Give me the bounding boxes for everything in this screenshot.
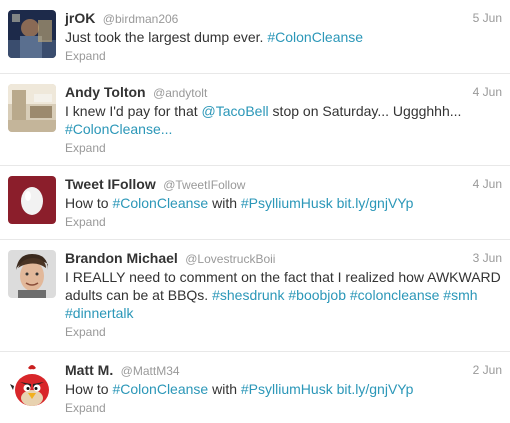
tweet-text: Just took the largest dump ever. #ColonC…	[65, 28, 502, 46]
tweet-feed: jrOK @birdman206 5 Jun Just took the lar…	[0, 0, 510, 423]
tweet-link[interactable]: #PsylliumHusk	[241, 195, 333, 211]
expand-link[interactable]: Expand	[65, 400, 502, 416]
tweet-content: Andy Tolton @andytolt 4 Jun I knew I'd p…	[65, 84, 502, 156]
author-handle[interactable]: @birdman206	[103, 12, 179, 26]
timestamp[interactable]: 4 Jun	[473, 84, 502, 100]
tweet-item[interactable]: Brandon Michael @LovestruckBoii 3 Jun I …	[0, 240, 510, 352]
tweet-link[interactable]: bit.ly/gnjVYp	[337, 195, 414, 211]
tweet-link[interactable]: #ColonCleanse	[112, 381, 208, 397]
tweet-link[interactable]: #smh	[443, 287, 477, 303]
tweet-content: Brandon Michael @LovestruckBoii 3 Jun I …	[65, 250, 502, 340]
expand-link[interactable]: Expand	[65, 140, 502, 156]
avatar-photo-room[interactable]	[8, 84, 56, 132]
tweet-header: Andy Tolton @andytolt 4 Jun	[65, 84, 502, 100]
tweet-text-segment: with	[208, 381, 241, 397]
tweet-link[interactable]: #PsylliumHusk	[241, 381, 333, 397]
angry-bird-icon[interactable]	[8, 362, 56, 410]
author-handle[interactable]: @MattM34	[121, 364, 180, 378]
author-name[interactable]: Tweet IFollow	[65, 176, 156, 192]
tweet-link[interactable]: #ColonCleanse	[112, 195, 208, 211]
author-handle[interactable]: @andytolt	[153, 86, 207, 100]
tweet-text: How to #ColonCleanse with #PsylliumHusk …	[65, 194, 502, 212]
tweet-text-segment: with	[208, 195, 241, 211]
expand-link[interactable]: Expand	[65, 48, 502, 64]
author-name[interactable]: jrOK	[65, 10, 95, 26]
avatar-photo-young-man[interactable]	[8, 250, 56, 298]
expand-link[interactable]: Expand	[65, 324, 502, 340]
tweet-text-segment: I knew I'd pay for that	[65, 103, 202, 119]
tweet-item[interactable]: Andy Tolton @andytolt 4 Jun I knew I'd p…	[0, 74, 510, 166]
tweet-content: Matt M. @MattM34 2 Jun How to #ColonClea…	[65, 362, 502, 416]
tweet-text-segment: stop on Saturday... Uggghhh...	[268, 103, 462, 119]
author-name[interactable]: Matt M.	[65, 362, 113, 378]
tweet-text: I REALLY need to comment on the fact tha…	[65, 268, 502, 322]
tweet-item[interactable]: Tweet IFollow @TweetIFollow 4 Jun How to…	[0, 166, 510, 240]
timestamp[interactable]: 4 Jun	[473, 176, 502, 192]
tweet-text-segment: How to	[65, 195, 113, 211]
timestamp[interactable]: 5 Jun	[473, 10, 502, 26]
tweet-link[interactable]: #boobjob	[288, 287, 346, 303]
tweet-link[interactable]: #ColonCleanse...	[65, 121, 172, 137]
tweet-text: I knew I'd pay for that @TacoBell stop o…	[65, 102, 502, 138]
tweet-content: jrOK @birdman206 5 Jun Just took the lar…	[65, 10, 502, 64]
tweet-text-segment: How to	[65, 381, 113, 397]
tweet-item[interactable]: jrOK @birdman206 5 Jun Just took the lar…	[0, 0, 510, 74]
timestamp[interactable]: 2 Jun	[473, 362, 502, 378]
tweet-header: jrOK @birdman206 5 Jun	[65, 10, 502, 26]
tweet-link[interactable]: #dinnertalk	[65, 305, 134, 321]
avatar-photo-dark-person[interactable]	[8, 10, 56, 58]
tweet-content: Tweet IFollow @TweetIFollow 4 Jun How to…	[65, 176, 502, 230]
author-handle[interactable]: @LovestruckBoii	[185, 252, 275, 266]
timestamp[interactable]: 3 Jun	[473, 250, 502, 266]
author-name[interactable]: Brandon Michael	[65, 250, 178, 266]
tweet-text: How to #ColonCleanse with #PsylliumHusk …	[65, 380, 502, 398]
expand-link[interactable]: Expand	[65, 214, 502, 230]
egg-icon[interactable]	[8, 176, 56, 224]
tweet-link[interactable]: #coloncleanse	[350, 287, 440, 303]
tweet-link[interactable]: #ColonCleanse	[267, 29, 363, 45]
author-handle[interactable]: @TweetIFollow	[163, 178, 245, 192]
tweet-text-segment: Just took the largest dump ever.	[65, 29, 268, 45]
tweet-item[interactable]: Matt M. @MattM34 2 Jun How to #ColonClea…	[0, 352, 510, 423]
tweet-link[interactable]: #shesdrunk	[212, 287, 284, 303]
tweet-header: Brandon Michael @LovestruckBoii 3 Jun	[65, 250, 502, 266]
tweet-link[interactable]: bit.ly/gnjVYp	[337, 381, 414, 397]
tweet-header: Tweet IFollow @TweetIFollow 4 Jun	[65, 176, 502, 192]
author-name[interactable]: Andy Tolton	[65, 84, 146, 100]
tweet-link[interactable]: @TacoBell	[202, 103, 269, 119]
tweet-header: Matt M. @MattM34 2 Jun	[65, 362, 502, 378]
